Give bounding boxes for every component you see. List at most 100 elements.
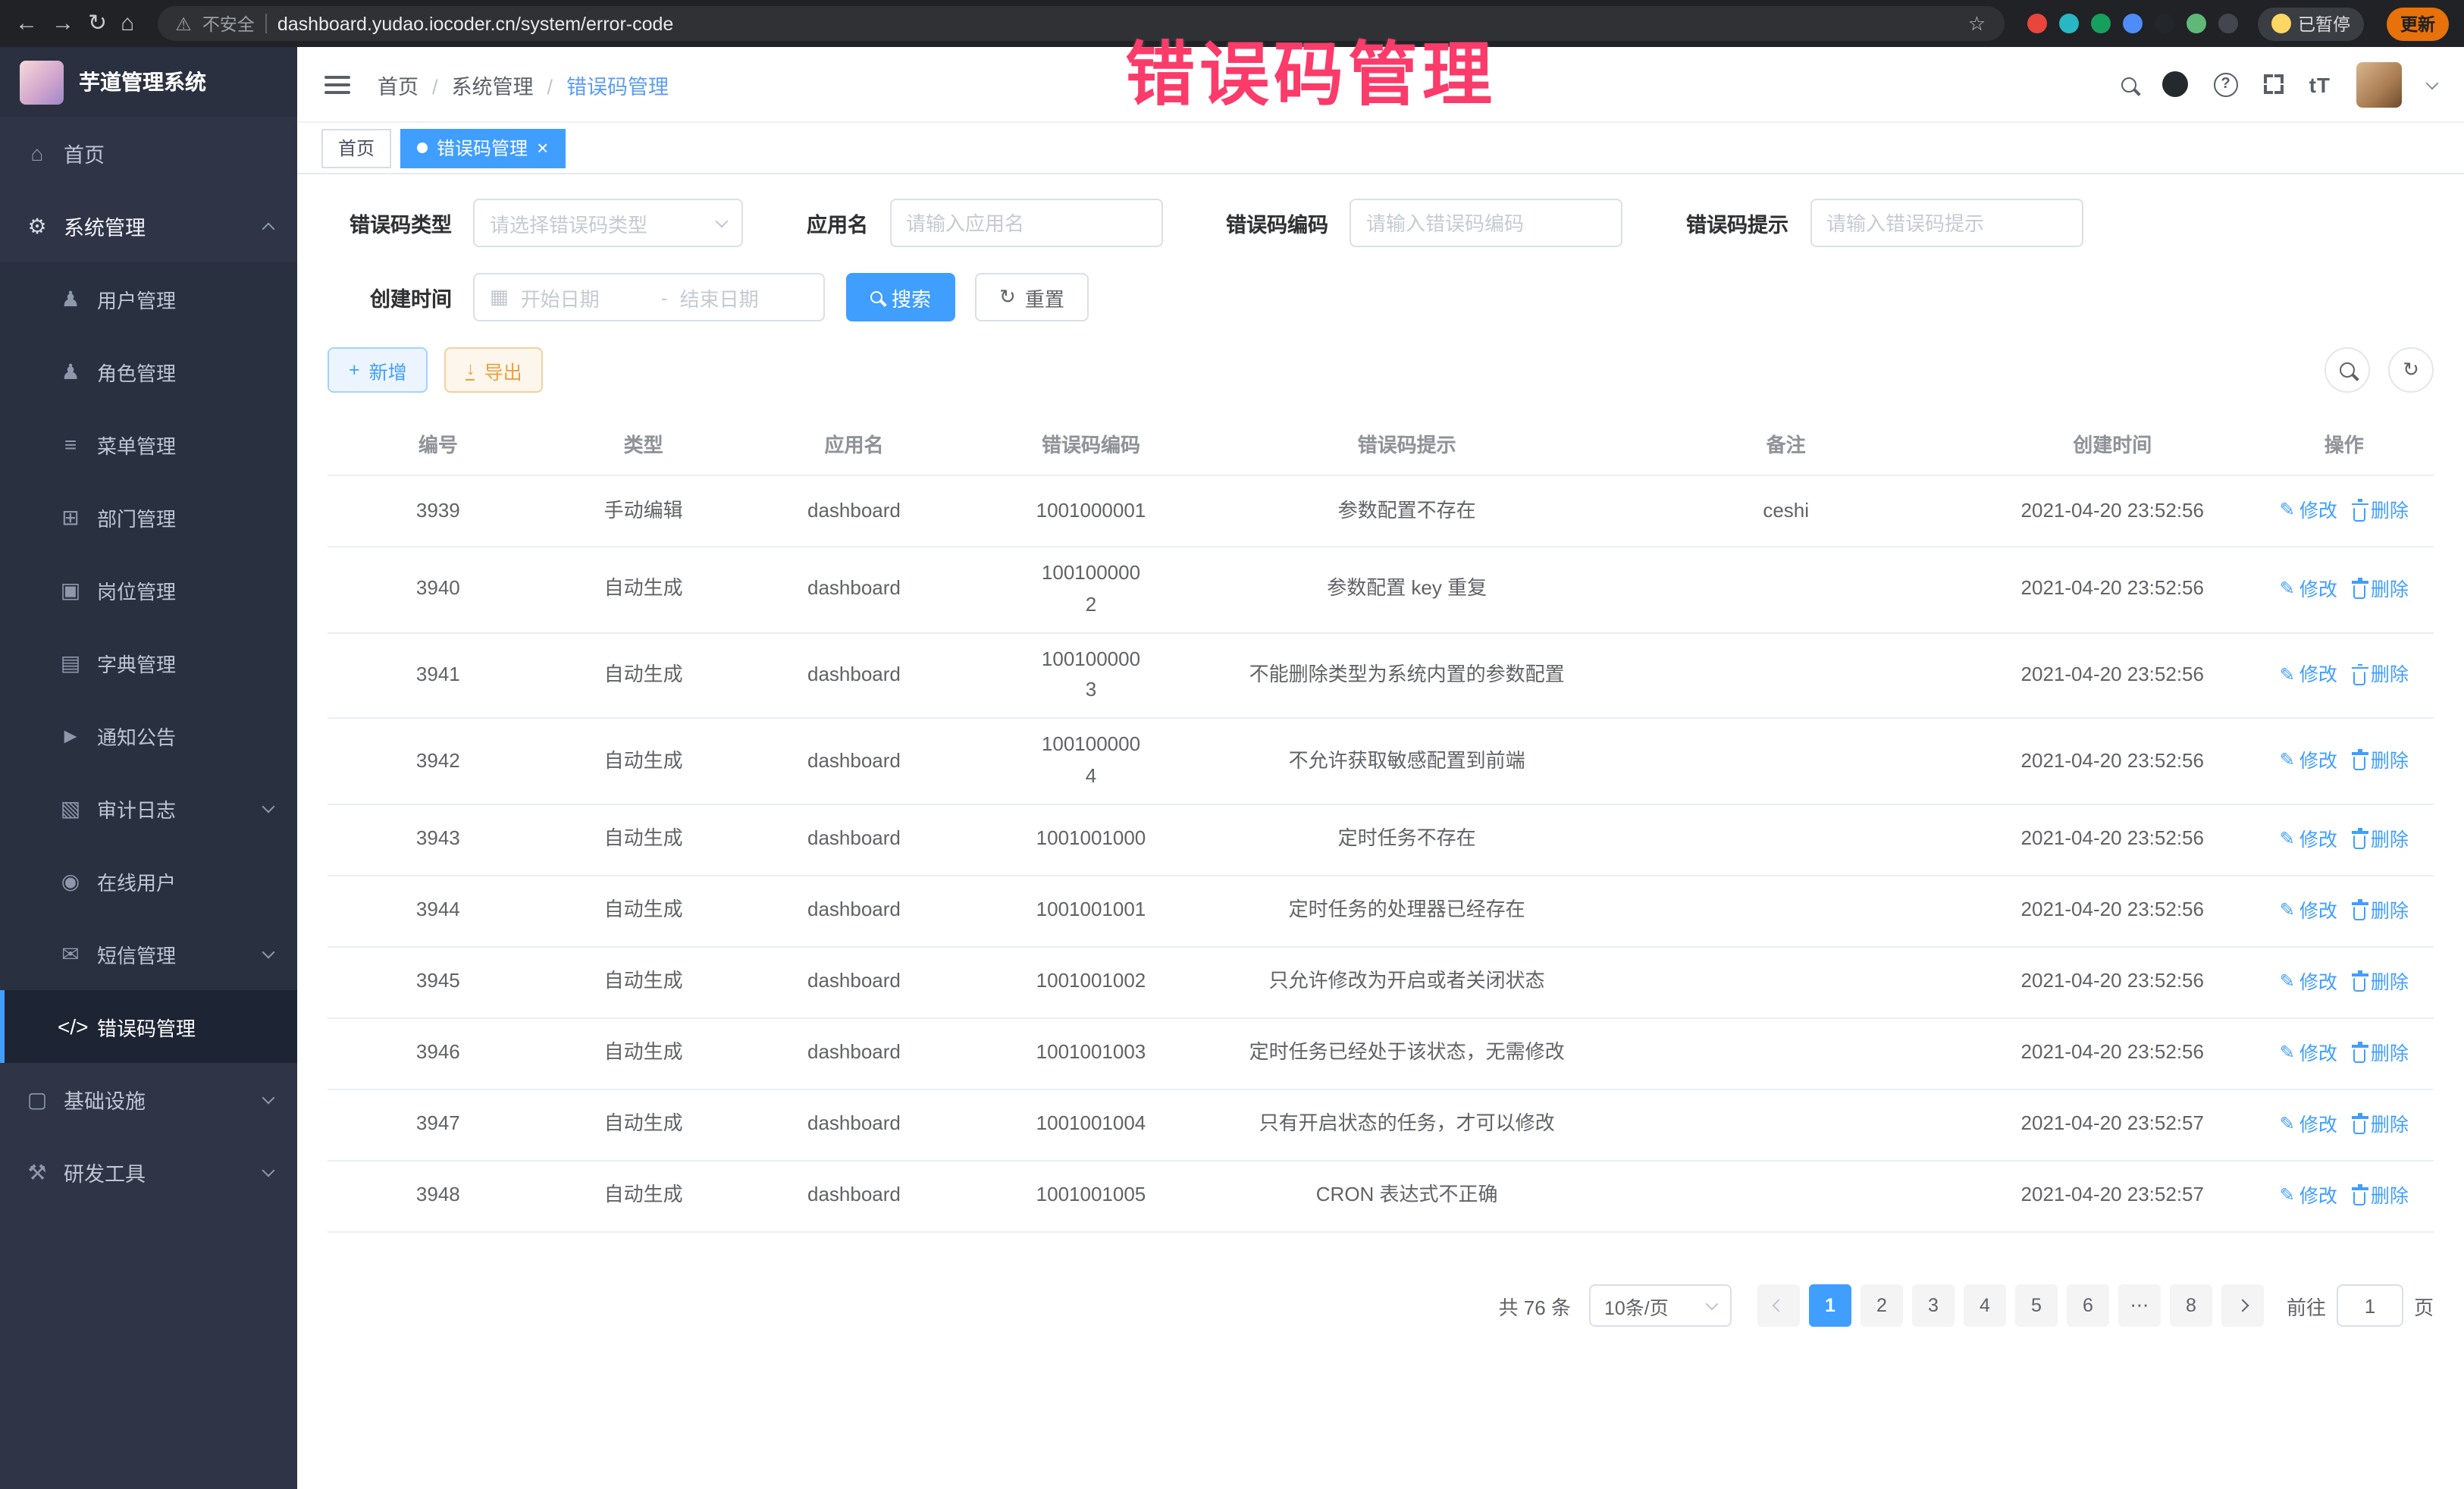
help-icon[interactable]: ? [2214, 72, 2238, 96]
reset-button[interactable]: ↻ 重置 [975, 273, 1089, 321]
extension-blue-grid-icon[interactable] [2122, 14, 2142, 33]
table-row: 3943自动生成dashboard1001001000定时任务不存在2021-0… [328, 805, 2434, 876]
page-button-3[interactable]: 3 [1912, 1285, 1955, 1328]
sidebar-item-posts[interactable]: ▣岗位管理 [0, 553, 297, 626]
export-button[interactable]: ↓ 导出 [445, 347, 544, 393]
start-date-placeholder: 开始日期 [521, 283, 649, 312]
cell-code: 1001001002 [970, 967, 1212, 998]
delete-link[interactable]: 删除 [2354, 660, 2409, 691]
trash-icon [2354, 672, 2366, 685]
delete-link[interactable]: 删除 [2354, 496, 2409, 526]
sidebar-item-error-codes[interactable]: </>错误码管理 [0, 990, 297, 1063]
fullscreen-icon[interactable] [2264, 74, 2284, 94]
avatar[interactable] [2356, 61, 2402, 107]
date-range-picker[interactable]: ▦ 开始日期 - 结束日期 [473, 273, 825, 321]
sidebar-item-home[interactable]: ⌂首页 [0, 117, 297, 190]
toggle-search-button[interactable] [2324, 347, 2370, 393]
sidebar-item-dicts[interactable]: ▤字典管理 [0, 626, 297, 699]
sidebar-item-sms[interactable]: ✉短信管理 [0, 917, 297, 990]
sidebar-item-infra[interactable]: ▢基础设施 [0, 1063, 297, 1136]
edit-link[interactable]: ✎修改 [2280, 896, 2337, 926]
page-button-1[interactable]: 1 [1809, 1285, 1851, 1328]
breadcrumb-system[interactable]: 系统管理 [452, 69, 567, 99]
delete-link[interactable]: 删除 [2354, 825, 2409, 855]
back-icon[interactable]: ← [15, 12, 38, 35]
next-page-button[interactable] [2221, 1284, 2264, 1327]
delete-link[interactable]: 删除 [2354, 575, 2409, 605]
reload-icon[interactable]: ↻ [88, 12, 107, 35]
sidebar-item-audit-logs[interactable]: ▧审计日志 [0, 772, 297, 845]
sidebar-item-users[interactable]: ♟用户管理 [0, 262, 297, 335]
delete-link[interactable]: 删除 [2354, 1110, 2409, 1140]
edit-link[interactable]: ✎修改 [2280, 746, 2337, 776]
sidebar-item-menus[interactable]: ≡菜单管理 [0, 408, 297, 481]
delete-link[interactable]: 删除 [2354, 967, 2409, 998]
extension-red-icon[interactable] [2027, 14, 2046, 33]
sidebar-item-online-users[interactable]: ◉在线用户 [0, 845, 297, 917]
extension-leaf-icon[interactable] [2186, 14, 2205, 33]
extension-dark-on-icon[interactable] [2154, 14, 2174, 33]
browser-home-icon[interactable]: ⌂ [121, 12, 134, 35]
edit-link[interactable]: ✎修改 [2280, 1039, 2337, 1069]
tab-home[interactable]: 首页 [321, 128, 391, 168]
search-button[interactable]: 搜索 [846, 273, 955, 321]
delete-link[interactable]: 删除 [2354, 1181, 2409, 1212]
edit-link[interactable]: ✎修改 [2280, 825, 2337, 855]
font-size-icon[interactable]: tT [2309, 72, 2331, 96]
page-more-button[interactable]: ⋯ [2118, 1284, 2161, 1327]
trash-icon [2354, 507, 2366, 521]
export-button-label: 导出 [484, 356, 522, 384]
page-size-select[interactable]: 10条/页 [1589, 1284, 1732, 1327]
page-button-2[interactable]: 2 [1861, 1285, 1903, 1328]
page-button-4[interactable]: 4 [1964, 1285, 2006, 1328]
delete-link[interactable]: 删除 [2354, 896, 2409, 926]
extension-pin-icon[interactable] [2218, 14, 2237, 33]
extension-teal-icon[interactable] [2058, 14, 2078, 33]
sidebar-item-system[interactable]: ⚙系统管理 [0, 190, 297, 262]
page-button-8[interactable]: 8 [2170, 1285, 2212, 1328]
edit-link[interactable]: ✎修改 [2280, 496, 2337, 526]
search-icon[interactable] [2121, 77, 2136, 92]
sidebar-item-notices[interactable]: ►通知公告 [0, 699, 297, 772]
tab-error-code[interactable]: 错误码管理 × [400, 128, 565, 168]
edit-link[interactable]: ✎修改 [2280, 967, 2337, 998]
cell-msg: 定时任务不存在 [1212, 824, 1602, 856]
chevron-down-icon [716, 215, 729, 228]
error-type-select[interactable]: 请选择错误码类型 [473, 199, 743, 247]
error-hint-input[interactable] [1810, 199, 2083, 247]
bookmark-star-icon[interactable]: ☆ [1968, 14, 1986, 33]
hamburger-icon[interactable] [324, 75, 350, 93]
sidebar-item-roles[interactable]: ♟角色管理 [0, 335, 297, 408]
paused-chip[interactable]: 已暂停 [2257, 7, 2364, 40]
edit-link[interactable]: ✎修改 [2280, 1110, 2337, 1140]
breadcrumb-home[interactable]: 首页 [378, 69, 452, 99]
chevron-down-icon[interactable] [2426, 77, 2439, 89]
extension-green-icon[interactable] [2090, 14, 2110, 33]
edit-link[interactable]: ✎修改 [2280, 1181, 2337, 1212]
page-button-6[interactable]: 6 [2067, 1285, 2109, 1328]
cell-time: 2021-04-20 23:52:57 [1970, 1109, 2255, 1141]
refresh-icon: ↻ [999, 285, 1016, 309]
app-name-input[interactable] [889, 199, 1162, 247]
edit-link[interactable]: ✎修改 [2280, 575, 2337, 605]
prev-page-button[interactable] [1757, 1284, 1800, 1327]
error-code-input[interactable] [1350, 199, 1622, 247]
delete-link[interactable]: 删除 [2354, 1039, 2409, 1069]
github-icon[interactable] [2162, 71, 2188, 97]
sidebar-item-dev-tools[interactable]: ⚒研发工具 [0, 1136, 297, 1208]
search-button-label: 搜索 [892, 283, 931, 312]
chevron-up-icon [262, 222, 275, 235]
sidebar-item-depts[interactable]: ⊞部门管理 [0, 481, 297, 553]
forward-icon[interactable]: → [52, 12, 74, 35]
cell-actions: ✎修改删除 [2255, 496, 2434, 526]
update-button[interactable]: 更新 [2387, 7, 2449, 40]
page-button-5[interactable]: 5 [2015, 1285, 2058, 1328]
refresh-table-button[interactable]: ↻ [2388, 347, 2434, 393]
close-icon[interactable]: × [537, 138, 548, 158]
add-button[interactable]: + 新增 [328, 347, 428, 393]
edit-link[interactable]: ✎修改 [2280, 660, 2337, 691]
address-bar[interactable]: ⚠ 不安全 dashboard.yudao.iocoder.cn/system/… [157, 6, 2004, 41]
goto-page-input[interactable] [2337, 1284, 2403, 1327]
plus-icon: + [349, 359, 360, 381]
delete-link[interactable]: 删除 [2354, 746, 2409, 776]
